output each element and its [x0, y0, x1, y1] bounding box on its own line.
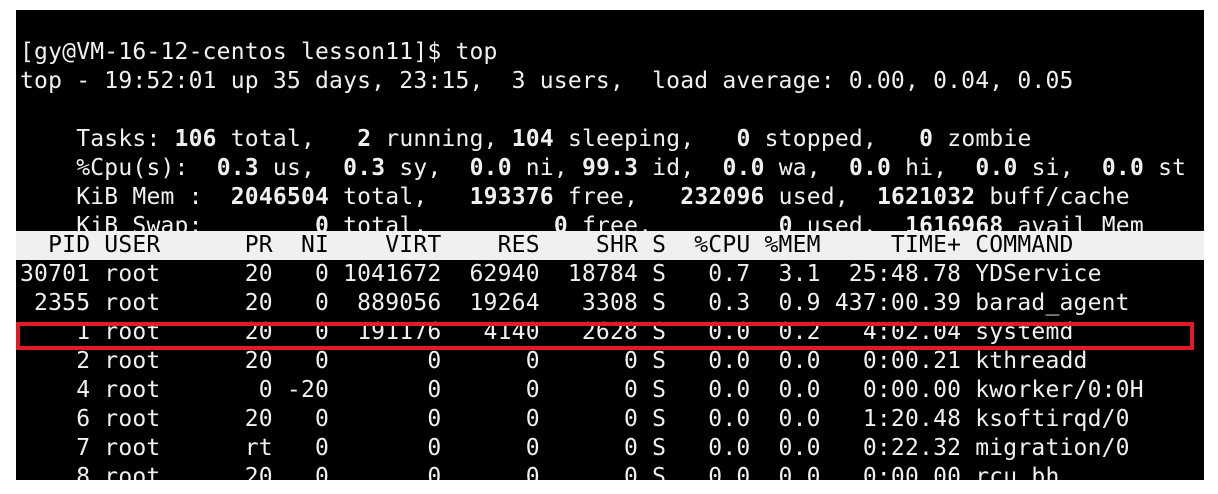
- process-header-text: PID USER PR NI VIRT RES SHR S %CPU %MEM …: [20, 232, 1074, 258]
- process-row: 30701 root 20 0 1041672 62940 18784 S 0.…: [20, 261, 1102, 287]
- process-row: 8 root 20 0 0 0 0 S 0.0 0.0 0:00.00 rcu_…: [20, 464, 1060, 480]
- terminal-window[interactable]: [gy@VM-16-12-centos lesson11]$ top top -…: [16, 10, 1204, 480]
- process-row: 2355 root 20 0 889056 19264 3308 S 0.3 0…: [20, 290, 1130, 316]
- tasks-line: Tasks: 106 total, 2 running, 104 sleepin…: [76, 126, 1032, 152]
- swap-line: KiB Swap: 0 total, 0 free, 0 used. 16169…: [76, 213, 1144, 239]
- process-row: 6 root 20 0 0 0 0 S 0.0 0.0 1:20.48 ksof…: [20, 406, 1130, 432]
- cpu-line: %Cpu(s): 0.3 us, 0.3 sy, 0.0 ni, 99.3 id…: [76, 155, 1187, 181]
- mem-line: KiB Mem : 2046504 total, 193376 free, 23…: [76, 184, 1130, 210]
- process-table-header: PID USER PR NI VIRT RES SHR S %CPU %MEM …: [16, 231, 1204, 260]
- process-row: 2 root 20 0 0 0 0 S 0.0 0.0 0:00.21 kthr…: [20, 348, 1088, 374]
- process-row: 7 root rt 0 0 0 0 S 0.0 0.0 0:22.32 migr…: [20, 435, 1130, 461]
- process-row: 4 root 0 -20 0 0 0 S 0.0 0.0 0:00.00 kwo…: [20, 377, 1144, 403]
- uptime-line: top - 19:52:01 up 35 days, 23:15, 3 user…: [20, 68, 1074, 94]
- shell-prompt-line: [gy@VM-16-12-centos lesson11]$ top: [20, 39, 498, 65]
- process-row: 1 root 20 0 191176 4140 2628 S 0.0 0.2 4…: [20, 319, 1074, 345]
